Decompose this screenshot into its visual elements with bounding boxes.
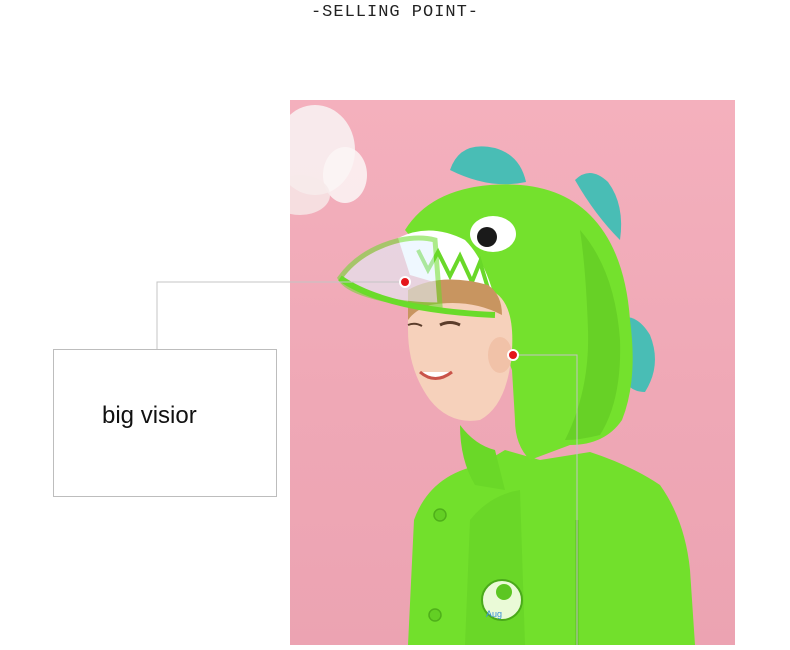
callout-line-hood <box>513 354 578 645</box>
visor-marker-dot <box>399 276 411 288</box>
callout-line-visor <box>156 281 405 349</box>
feature-label-box: big visior <box>53 349 277 497</box>
feature-label: big visior <box>102 402 197 429</box>
callout-connectors <box>156 276 578 645</box>
hood-marker-dot <box>507 349 519 361</box>
